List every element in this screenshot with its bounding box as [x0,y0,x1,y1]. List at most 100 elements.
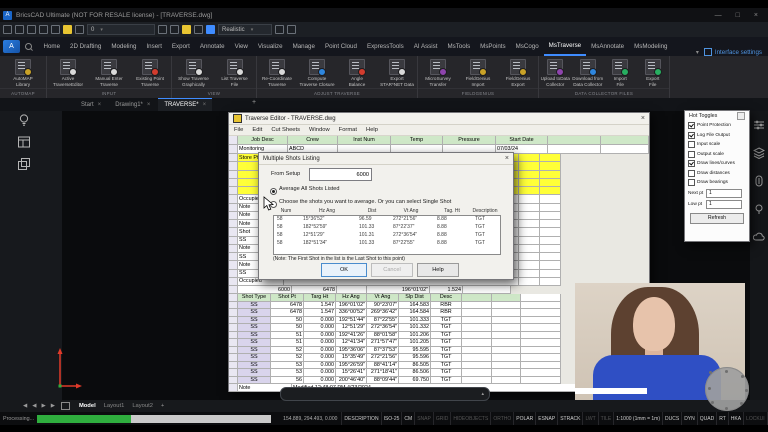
interface-settings-button[interactable]: Interface settings [704,48,762,56]
status-toggle[interactable]: ESNAP [535,412,557,425]
multiple-shots-titlebar[interactable]: Multiple Shots Listing × [259,153,513,165]
status-toggle[interactable]: TILE [598,412,614,425]
sun-icon[interactable] [182,25,191,34]
average-all-radio[interactable] [270,188,277,195]
ribbon-button[interactable]: List TraverseFile [214,58,255,88]
ribbon-tab[interactable]: ExpressTools [362,37,408,56]
status-toggle[interactable]: ISO-25 [381,412,402,425]
prev-tab-icon[interactable]: ◀ [31,403,37,409]
ribbon-button[interactable]: FieldGeniusExport [498,58,538,88]
ribbon-tab[interactable]: MsModeling [630,37,672,56]
ribbon-tab[interactable]: Home [39,37,65,56]
ribbon-tab[interactable]: Modeling [107,37,141,56]
layers-stack-icon[interactable] [753,147,765,159]
navigation-wheel[interactable] [705,367,749,411]
redo-icon[interactable] [51,25,60,34]
open-file-icon[interactable] [15,25,24,34]
close-tab-icon[interactable]: × [147,102,151,108]
checkbox-icon[interactable] [688,141,695,148]
next-tab-icon[interactable]: ▶ [40,403,46,409]
status-toggle[interactable]: POLAR [513,412,535,425]
checkbox-icon[interactable] [688,122,695,129]
next-pt-input[interactable]: 1 [706,189,742,198]
checkbox-icon[interactable] [688,132,695,139]
status-toggle[interactable]: QUAD [697,412,716,425]
shots-list-row[interactable]: 58 15°36'52" 96.59 272°21'56" 8.88 TGT [274,216,500,224]
ribbon-tab[interactable]: Export [167,37,194,56]
status-toggle[interactable]: LOCKUI [743,412,767,425]
shots-list-row[interactable]: 58 182°51'34" 101.33 87°22'55" 8.88 TGT [274,240,500,248]
status-toggle[interactable]: CM [401,412,414,425]
render-icon[interactable] [275,25,284,34]
ribbon-button[interactable]: ActiveTraverseEditor [48,58,89,88]
toggle-item[interactable]: Log File Output [685,131,749,141]
ribbon-button[interactable]: Show TraverseGraphically [173,58,214,88]
sheet-set-icon[interactable] [61,402,70,410]
status-toggle[interactable]: 1:1000 (1mm = 1m) [613,412,662,425]
toggle-item[interactable]: Point Protection [685,121,749,131]
new-document-tab-button[interactable]: + [248,99,260,106]
ribbon-tab[interactable]: Manage [288,37,319,56]
refresh-button[interactable]: Refresh [690,213,744,224]
status-toggle[interactable]: STRACK [557,412,582,425]
settings-icon[interactable] [287,25,296,34]
layer-dropdown[interactable]: 0▾ [87,24,155,35]
save-icon[interactable] [27,25,36,34]
lighting-icon[interactable] [63,25,72,34]
ribbon-button[interactable]: Existing PointTraverse [130,58,171,88]
command-line-bar[interactable]: ▴ [280,387,490,401]
layout-tab[interactable]: Layout2 [128,403,157,409]
ribbon-tab[interactable]: Insert [142,37,166,56]
menu-item[interactable]: Window [309,127,330,133]
ribbon-button[interactable]: MicroSurveyTransfer [418,58,458,88]
ribbon-button[interactable]: FieldGeniusImport [458,58,498,88]
status-toggle[interactable]: HKA [728,412,743,425]
status-toggle[interactable]: DESCRIPTION [341,412,380,425]
layer-state-icon[interactable] [158,25,167,34]
toggle-item[interactable]: Draw distances [685,169,749,179]
traverse-editor-titlebar[interactable]: Traverse Editor - TRAVERSE.dwg × [229,113,649,125]
visual-style-dropdown[interactable]: Realistic▾ [218,24,272,35]
cancel-button[interactable]: Cancel [371,263,413,277]
shots-list-row[interactable]: 58 182°52'59" 101.33 87°22'37" 8.88 TGT [274,224,500,232]
choose-shots-label[interactable]: Choose the shots you want to average. Or… [279,199,451,205]
toggle-item[interactable]: Output scale [685,150,749,160]
annotation-scale-icon[interactable] [194,25,203,34]
document-tab[interactable]: Drawing1* × [109,98,156,111]
ribbon-tab[interactable]: Annotate [195,37,229,56]
properties-sliders-icon[interactable] [753,119,765,131]
checkbox-icon[interactable] [688,160,695,167]
ribbon-button[interactable]: Download fromData Collector [572,58,605,88]
hot-toggles-titlebar[interactable]: Hot Toggles [685,111,749,121]
ribbon-button[interactable]: ExportFile [637,58,670,88]
document-tab[interactable]: Start × [75,98,107,111]
average-all-label[interactable]: Average All Shots Listed [279,186,340,192]
render-light-icon[interactable] [753,203,765,215]
ribbon-button[interactable]: Re-CoordinateTraverse [257,58,297,88]
ribbon-tab[interactable]: Visualize [253,37,287,56]
ribbon-tab[interactable]: AI Assist [409,37,442,56]
selection-icon[interactable] [170,25,179,34]
close-icon[interactable]: × [641,115,645,122]
ribbon-tab[interactable]: 2D Drafting [66,37,106,56]
checkbox-icon[interactable] [688,151,695,158]
ribbon-tab[interactable]: MsCogo [511,37,543,56]
status-toggle[interactable]: RT [716,412,728,425]
ribbon-tab[interactable]: MsTools [443,37,475,56]
from-setup-input[interactable]: 6000 [309,168,372,181]
ribbon-tab[interactable]: View [230,37,252,56]
close-icon[interactable]: × [505,155,509,162]
layout-tab[interactable]: Model [75,403,100,409]
tips-lightbulb-icon[interactable] [17,113,31,127]
ribbon-tab[interactable]: MsPoints [476,37,510,56]
ribbon-button[interactable]: ExportSTAR*NET Data [377,58,417,88]
low-pt-input[interactable]: 1 [706,200,742,209]
ribbon-button[interactable]: ImportFile [604,58,637,88]
menu-item[interactable]: File [234,127,243,133]
shots-list-row[interactable]: 58 12°51'29" 101.31 272°36'54" 8.88 TGT [274,232,500,240]
toggle-item[interactable]: Input scale [685,140,749,150]
search-icon[interactable] [25,43,33,51]
ribbon-button[interactable]: Upload toDataCollector [539,58,572,88]
pin-icon[interactable] [737,112,745,120]
menu-item[interactable]: Cut Sheets [271,127,300,133]
